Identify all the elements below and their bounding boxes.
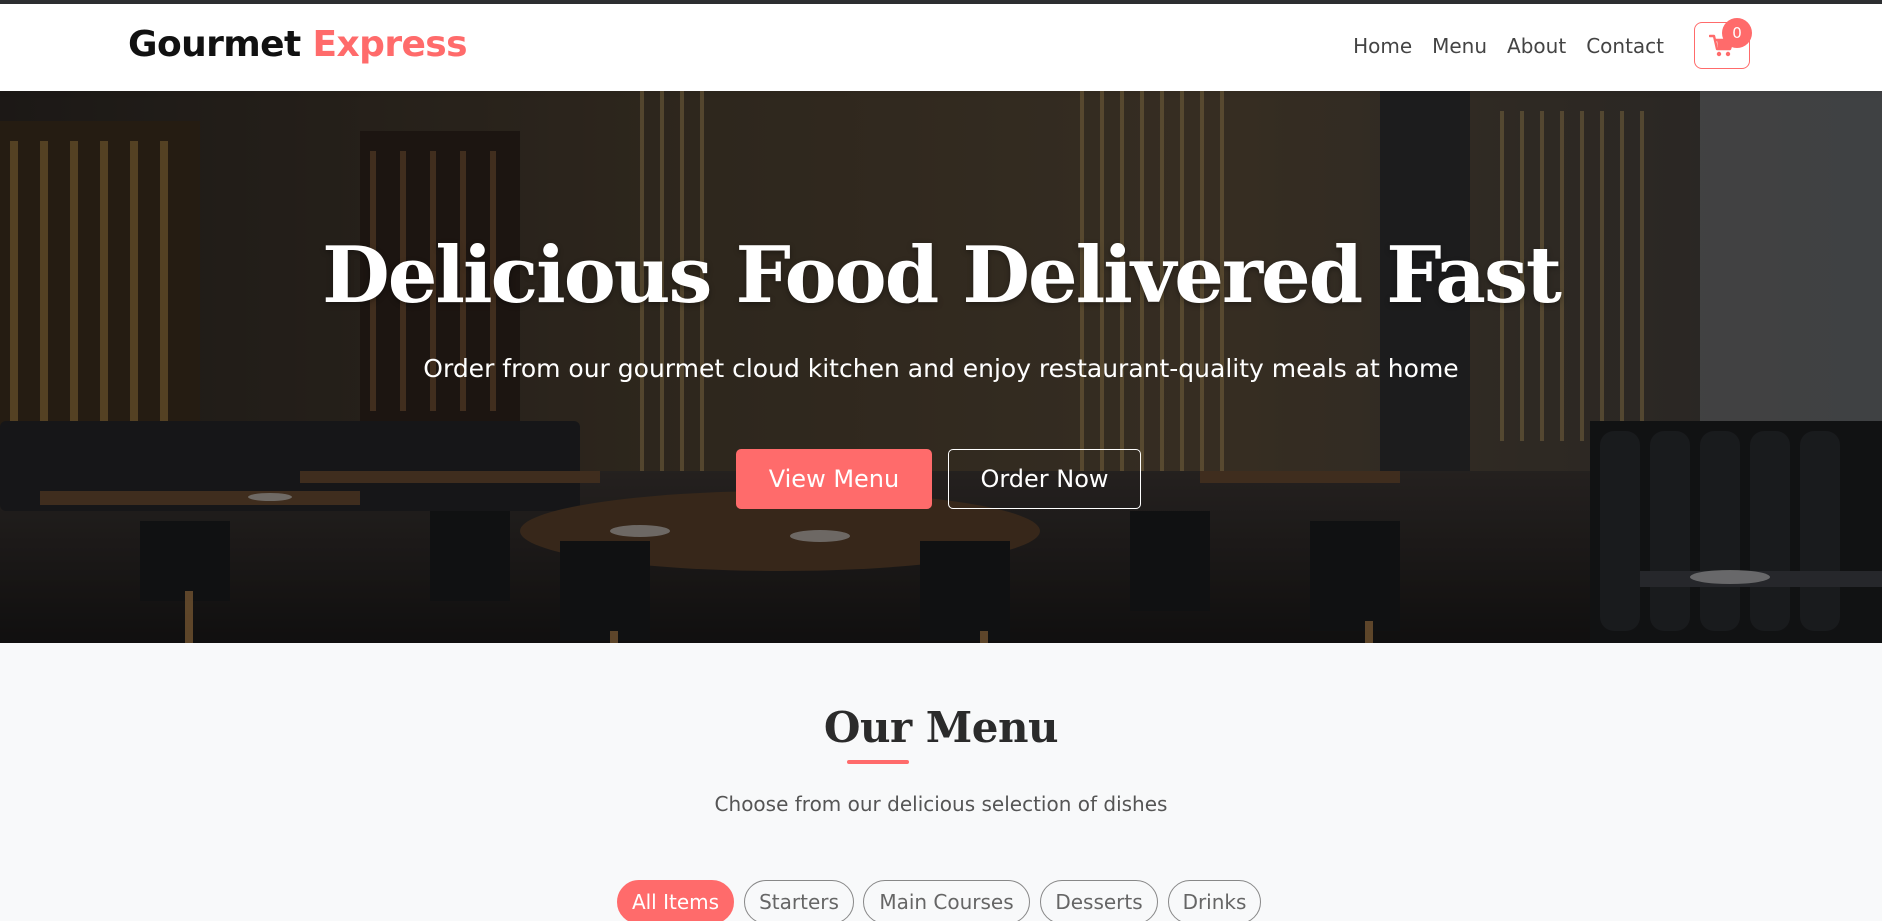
nav-link-home[interactable]: Home [1353, 34, 1412, 58]
nav-links: Home Menu About Contact [1353, 34, 1664, 58]
filter-main-courses[interactable]: Main Courses [863, 880, 1030, 921]
nav-link-menu[interactable]: Menu [1432, 34, 1487, 58]
menu-section-title: Our Menu [823, 703, 1059, 752]
filter-all-items[interactable]: All Items [617, 880, 734, 921]
nav-link-about[interactable]: About [1507, 34, 1566, 58]
view-menu-button[interactable]: View Menu [736, 449, 932, 509]
hero-section: Delicious Food Delivered Fast Order from… [0, 91, 1882, 643]
cart-count-badge: 0 [1722, 18, 1752, 48]
order-now-button[interactable]: Order Now [948, 449, 1141, 509]
menu-section: Our Menu Choose from our delicious selec… [0, 643, 1882, 921]
hero-subtitle: Order from our gourmet cloud kitchen and… [423, 354, 1459, 383]
brand-primary-text: Gourmet [128, 24, 301, 65]
filter-starters[interactable]: Starters [744, 880, 854, 921]
filter-drinks[interactable]: Drinks [1168, 880, 1261, 921]
brand-accent-text: Express [312, 24, 468, 65]
brand-logo[interactable]: Gourmet Express [128, 24, 468, 65]
hero-title: Delicious Food Delivered Fast [322, 230, 1562, 321]
section-title-underline [847, 760, 909, 764]
filter-desserts[interactable]: Desserts [1040, 880, 1158, 921]
nav-link-contact[interactable]: Contact [1586, 34, 1664, 58]
navbar: Gourmet Express Home Menu About Contact … [0, 4, 1882, 91]
menu-section-subtitle: Choose from our delicious selection of d… [714, 792, 1168, 816]
